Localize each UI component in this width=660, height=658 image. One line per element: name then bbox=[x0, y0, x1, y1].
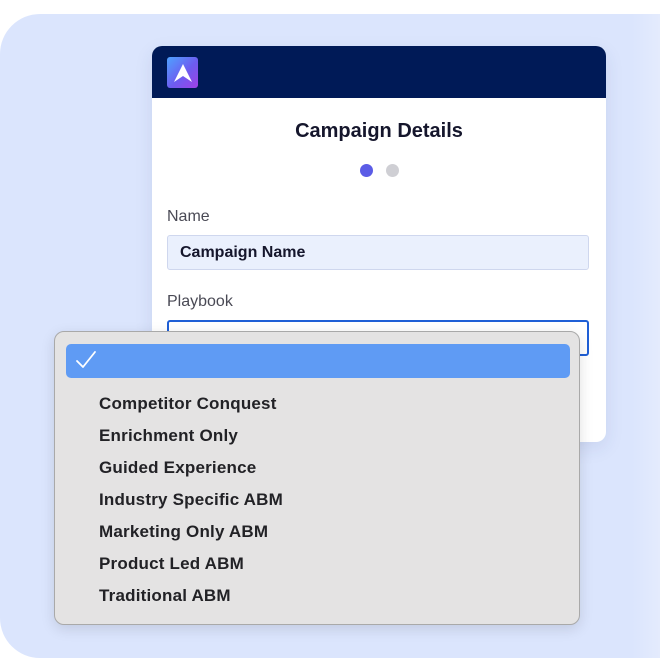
dropdown-option[interactable]: Marketing Only ABM bbox=[99, 522, 268, 542]
name-label: Name bbox=[167, 208, 210, 225]
dropdown-option[interactable]: Enrichment Only bbox=[99, 426, 238, 446]
card-header bbox=[152, 46, 606, 98]
dropdown-option[interactable]: Traditional ABM bbox=[99, 586, 231, 606]
step-dot-2[interactable] bbox=[386, 164, 399, 177]
dropdown-option-selected[interactable] bbox=[66, 344, 570, 378]
page-title: Campaign Details bbox=[295, 120, 463, 142]
checkmark-icon bbox=[76, 351, 96, 368]
step-dot-1[interactable] bbox=[360, 164, 373, 177]
campaign-name-field[interactable]: Campaign Name bbox=[167, 235, 589, 270]
dropdown-option[interactable]: Guided Experience bbox=[99, 458, 256, 478]
playbook-label: Playbook bbox=[167, 293, 233, 310]
step-indicator bbox=[360, 164, 399, 177]
dropdown-option[interactable]: Competitor Conquest bbox=[99, 394, 277, 414]
logo-arrow-icon bbox=[173, 63, 192, 82]
playbook-dropdown-list: Competitor Conquest Enrichment Only Guid… bbox=[54, 331, 580, 625]
dropdown-option[interactable]: Product Led ABM bbox=[99, 554, 244, 574]
dropdown-option[interactable]: Industry Specific ABM bbox=[99, 490, 283, 510]
app-logo-icon bbox=[167, 57, 198, 88]
